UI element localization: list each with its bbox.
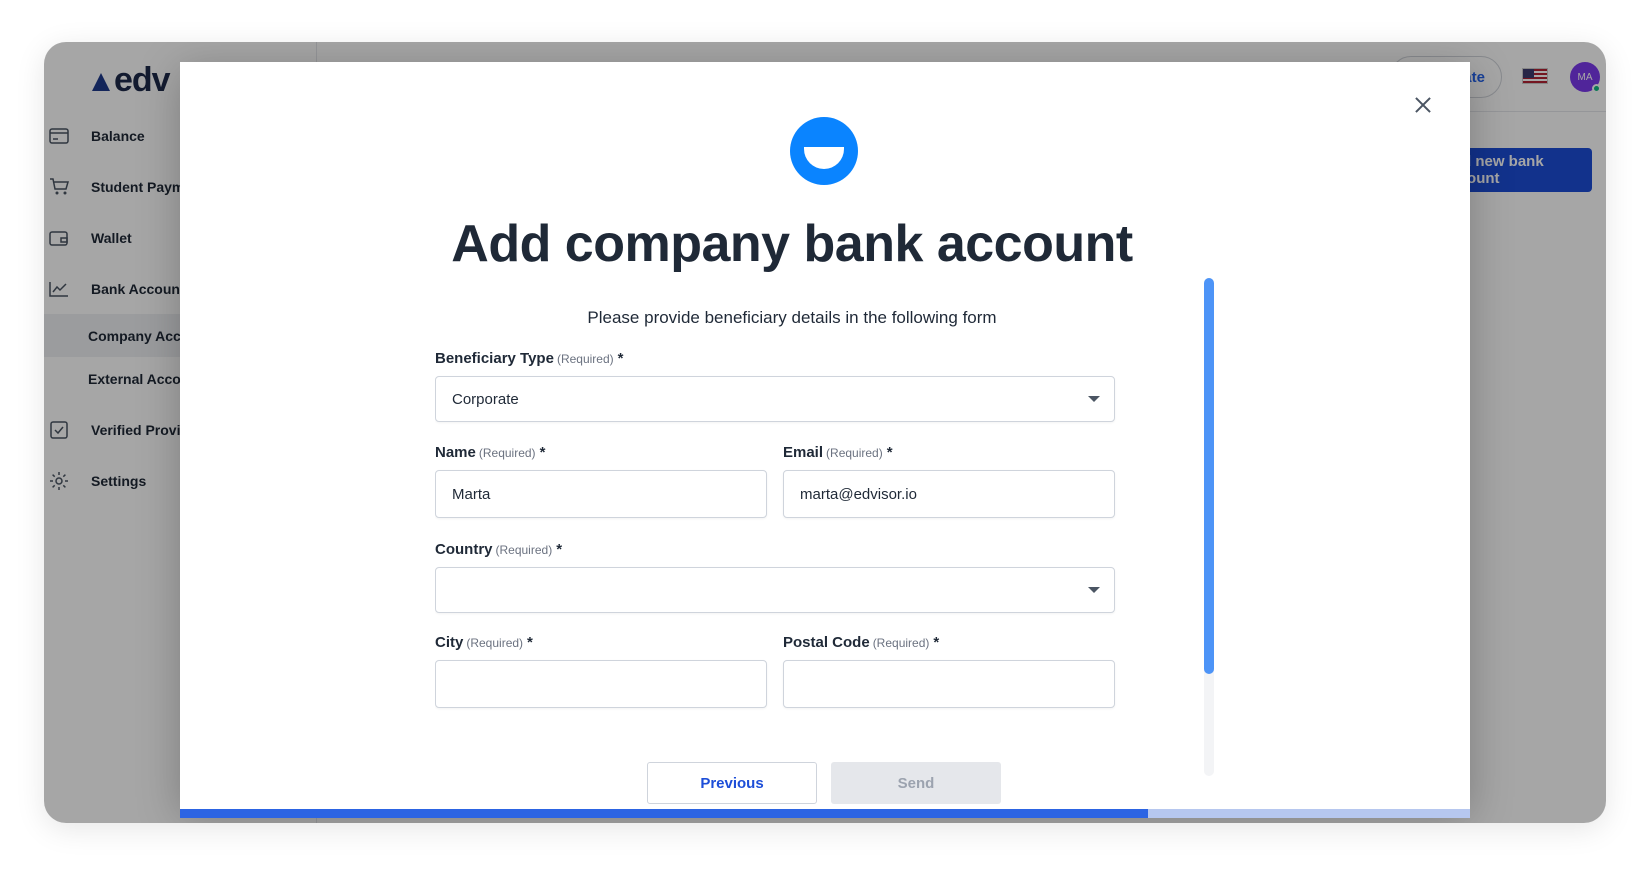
country-label: Country (Required) * xyxy=(435,541,563,558)
previous-button-label: Previous xyxy=(700,774,764,792)
country-select[interactable] xyxy=(435,567,1115,613)
add-bank-account-modal: Add company bank account Please provide … xyxy=(180,62,1470,818)
app-window: edv Balance Student Payments Wallet Bank… xyxy=(44,42,1606,823)
email-value: marta@edvisor.io xyxy=(800,485,917,503)
send-button[interactable]: Send xyxy=(831,762,1001,804)
form-progress-bar xyxy=(180,809,1470,818)
postal-code-field[interactable] xyxy=(783,660,1115,708)
email-field[interactable]: marta@edvisor.io xyxy=(783,470,1115,518)
modal-subtitle: Please provide beneficiary details in th… xyxy=(587,308,997,327)
form-scrollbar[interactable] xyxy=(1204,278,1214,776)
beneficiary-type-value: Corporate xyxy=(452,390,519,408)
chevron-down-icon xyxy=(1088,396,1100,402)
form-progress-fill xyxy=(180,809,1148,818)
city-field[interactable] xyxy=(435,660,767,708)
beneficiary-type-select[interactable]: Corporate xyxy=(435,376,1115,422)
city-label: City (Required) * xyxy=(435,634,533,651)
postal-code-label: Postal Code (Required) * xyxy=(783,634,940,651)
send-button-label: Send xyxy=(897,774,935,792)
close-icon[interactable] xyxy=(1414,96,1432,114)
beneficiary-form: Beneficiary Type (Required) * Corporate Na… xyxy=(435,342,1155,776)
name-field[interactable]: Marta xyxy=(435,470,767,518)
chevron-down-icon xyxy=(1088,587,1100,593)
email-label: Email (Required) * xyxy=(783,444,893,461)
smile-logo-icon xyxy=(790,117,858,185)
app-background: edv Balance Student Payments Wallet Bank… xyxy=(44,42,1606,823)
name-label: Name (Required) * xyxy=(435,444,546,461)
form-scrollbar-thumb[interactable] xyxy=(1204,278,1214,674)
modal-title: Add company bank account xyxy=(451,215,1133,273)
name-value: Marta xyxy=(452,485,491,503)
previous-button[interactable]: Previous xyxy=(647,762,817,804)
beneficiary-type-label: Beneficiary Type (Required) * xyxy=(435,350,624,367)
